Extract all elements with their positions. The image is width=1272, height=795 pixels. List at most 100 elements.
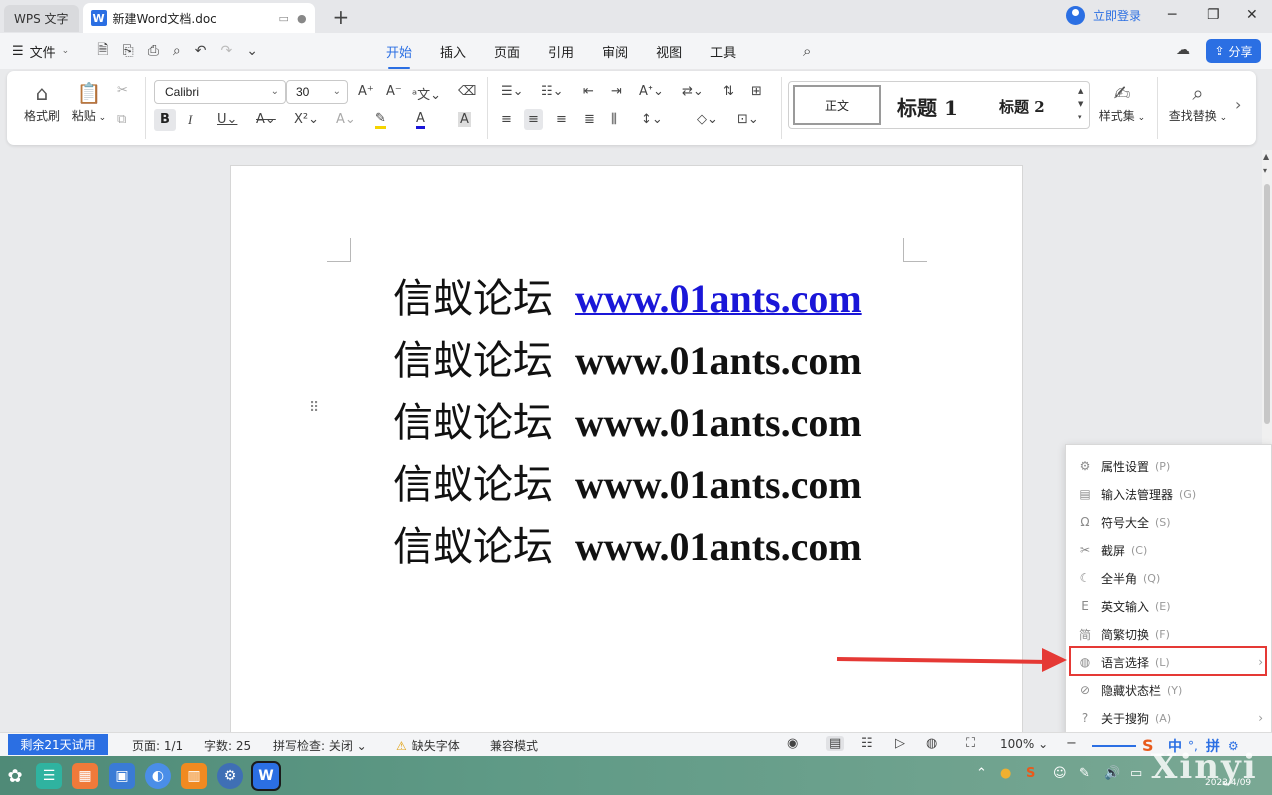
italic-icon[interactable]: I bbox=[188, 112, 192, 128]
justify-icon[interactable]: ≣ bbox=[584, 112, 595, 127]
borders-icon[interactable]: ⊡⌄ bbox=[737, 112, 759, 127]
app-archive-icon[interactable]: ▥ bbox=[181, 763, 207, 789]
text-line[interactable]: 信蚁论坛 www.01ants.com bbox=[393, 390, 862, 448]
align-center-icon[interactable]: ≡ bbox=[524, 109, 543, 130]
print-icon[interactable]: ⎙ bbox=[148, 43, 159, 59]
fit-page-icon[interactable]: ⛶ bbox=[966, 736, 975, 751]
line-wrap-icon[interactable]: ⇄⌄ bbox=[682, 84, 704, 99]
word-count[interactable]: 字数: 25 bbox=[204, 737, 251, 754]
pen-icon[interactable]: ✎ bbox=[1079, 766, 1090, 781]
align-right-icon[interactable]: ≡ bbox=[556, 112, 567, 127]
app-tab[interactable]: WPS 文字 bbox=[4, 4, 79, 32]
hyperlink[interactable]: www.01ants.com bbox=[575, 276, 862, 321]
browser-icon[interactable]: ◐ bbox=[145, 763, 171, 789]
tab-references[interactable]: 引用 bbox=[548, 42, 574, 61]
outline-view-icon[interactable]: ☷ bbox=[861, 736, 873, 751]
find-replace-button[interactable]: ⌕ 查找替换 ⌄ bbox=[1167, 79, 1229, 124]
app-notes-icon[interactable]: ☰ bbox=[36, 763, 62, 789]
cut-icon[interactable]: ✂ bbox=[117, 83, 128, 98]
style-heading-2[interactable]: 标题 2 bbox=[999, 96, 1045, 117]
cloud-upload-icon[interactable]: ☁ bbox=[1176, 42, 1190, 58]
app-store-icon[interactable]: ▣ bbox=[109, 763, 135, 789]
decrease-indent-icon[interactable]: ⇤ bbox=[583, 84, 594, 99]
underline-icon[interactable]: U⌄ bbox=[217, 112, 237, 127]
monitor-icon[interactable]: ▭ bbox=[279, 12, 289, 25]
menu-item-english-input[interactable]: E 英文输入 (E) bbox=[1066, 592, 1271, 620]
drag-handle-icon[interactable]: ⠿ bbox=[309, 401, 320, 415]
search-icon[interactable]: ⌕ bbox=[803, 42, 811, 60]
bullet-list-icon[interactable]: ☰⌄ bbox=[501, 84, 524, 99]
file-menu[interactable]: ☰ 文件 ⌄ bbox=[12, 42, 69, 61]
sort-icon[interactable]: ⇅ bbox=[723, 84, 734, 99]
tab-tools[interactable]: 工具 bbox=[710, 42, 736, 61]
settings-app-icon[interactable]: ⚙ bbox=[217, 763, 243, 789]
text-line[interactable]: 信蚁论坛 www.01ants.com bbox=[393, 328, 862, 386]
network-icon[interactable]: ▭ bbox=[1130, 766, 1142, 781]
numbered-list-icon[interactable]: ☷⌄ bbox=[541, 84, 564, 99]
text-effect-icon[interactable]: A⌄ bbox=[336, 112, 356, 127]
style-heading-1[interactable]: 标题 1 bbox=[897, 92, 958, 121]
align-left-icon[interactable]: ≡ bbox=[501, 112, 512, 127]
zoom-slider[interactable] bbox=[1092, 745, 1136, 747]
document-tab[interactable]: W 新建Word文档.doc ▭ ● bbox=[82, 3, 315, 33]
paste-button[interactable]: 📋 粘贴 ⌄ bbox=[69, 79, 109, 124]
clear-format-icon[interactable]: ⌫ bbox=[458, 84, 476, 99]
more-quick-icon[interactable]: ⌄ bbox=[246, 43, 258, 59]
volume-icon[interactable]: 🔊 bbox=[1104, 766, 1120, 781]
restore-icon[interactable]: ❐ bbox=[1207, 7, 1220, 23]
phonetic-icon[interactable]: ᵃ文⌄ bbox=[412, 84, 441, 103]
login-button[interactable]: 立即登录 bbox=[1066, 6, 1141, 25]
shrink-font-icon[interactable]: A⁻ bbox=[386, 84, 402, 99]
style-scroll[interactable]: ▲ ▼ ▾ bbox=[1078, 85, 1083, 124]
text-line[interactable]: 信蚁论坛 www.01ants.com bbox=[393, 514, 862, 572]
missing-font-button[interactable]: ⚠ 缺失字体 bbox=[396, 737, 460, 754]
highlight-icon[interactable]: ✎ bbox=[375, 112, 386, 129]
share-button[interactable]: ⇪ 分享 bbox=[1206, 39, 1261, 63]
char-shading-icon[interactable]: A bbox=[458, 112, 471, 127]
format-painter-button[interactable]: ⌂ 格式刷 bbox=[21, 79, 63, 124]
redo-icon[interactable]: ↷ bbox=[220, 43, 232, 59]
style-set-button[interactable]: ✍ 样式集 ⌄ bbox=[1097, 79, 1147, 124]
unsaved-dot-icon[interactable]: ● bbox=[297, 12, 307, 25]
page-indicator[interactable]: 页面: 1/1 bbox=[132, 737, 183, 754]
strikethrough-icon[interactable]: A⌄ bbox=[256, 112, 276, 127]
menu-item-simplified-traditional[interactable]: 简简繁切换 (F) bbox=[1066, 620, 1271, 648]
text-line[interactable]: 信蚁论坛 www.01ants.com bbox=[393, 266, 862, 324]
tray-expand-icon[interactable]: ⌃ bbox=[976, 766, 987, 781]
minimize-icon[interactable]: ─ bbox=[1168, 7, 1176, 23]
text-direction-icon[interactable]: Aᐩ⌄ bbox=[639, 84, 664, 99]
close-icon[interactable]: ✕ bbox=[1246, 7, 1258, 23]
page-view-icon[interactable]: ▤ bbox=[826, 736, 845, 751]
font-name-select[interactable]: Calibri ⌄ bbox=[154, 80, 286, 104]
tab-insert[interactable]: 插入 bbox=[440, 42, 466, 61]
new-tab-icon[interactable]: + bbox=[333, 5, 350, 29]
qq-icon[interactable]: ☺ bbox=[1053, 766, 1067, 781]
copy-icon[interactable]: ⧉ bbox=[117, 112, 126, 127]
font-color-icon[interactable]: A bbox=[416, 112, 425, 129]
bold-button[interactable]: B bbox=[154, 109, 176, 131]
menu-item-about-sogou[interactable]: ? 关于搜狗 (A) › bbox=[1066, 704, 1271, 732]
trial-badge[interactable]: 剩余21天试用 bbox=[8, 734, 108, 755]
zoom-out-icon[interactable]: − bbox=[1066, 736, 1077, 751]
play-icon[interactable]: ▷ bbox=[895, 736, 905, 751]
superscript-icon[interactable]: X²⌄ bbox=[294, 112, 319, 127]
shading-icon[interactable]: ◇⌄ bbox=[697, 112, 718, 127]
font-size-select[interactable]: 30 ⌄ bbox=[286, 80, 348, 104]
scroll-up-icon[interactable]: ▲ bbox=[1263, 152, 1269, 161]
style-normal[interactable]: 正文 bbox=[793, 85, 881, 125]
spell-check-toggle[interactable]: 拼写检查: 关闭 ⌄ bbox=[273, 737, 367, 754]
export-icon[interactable]: ⎘ bbox=[122, 43, 133, 59]
menu-item-ime-manager[interactable]: ▤ 输入法管理器 (G) bbox=[1066, 480, 1271, 508]
save-icon[interactable]: 🗎 bbox=[97, 39, 108, 63]
line-spacing-icon[interactable]: ↕⌄ bbox=[641, 112, 663, 127]
distribute-icon[interactable]: ⫼ bbox=[611, 112, 617, 127]
chevron-right-icon[interactable]: › bbox=[1235, 95, 1241, 114]
app-grid-icon[interactable]: ▦ bbox=[72, 763, 98, 789]
tab-review[interactable]: 审阅 bbox=[602, 42, 628, 61]
menu-item-screenshot[interactable]: ✂ 截屏 (C) bbox=[1066, 536, 1271, 564]
menu-item-properties[interactable]: ⚙ 属性设置 (P) bbox=[1066, 452, 1271, 480]
menu-item-full-half-width[interactable]: ☾ 全半角 (Q) bbox=[1066, 564, 1271, 592]
tab-page[interactable]: 页面 bbox=[494, 42, 520, 61]
scrollbar-thumb[interactable] bbox=[1264, 184, 1270, 424]
grow-font-icon[interactable]: A⁺ bbox=[358, 84, 374, 99]
